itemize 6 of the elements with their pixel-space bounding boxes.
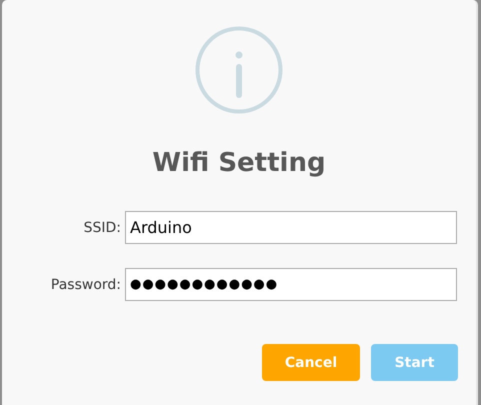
password-field[interactable]: ●●●●●●●●●●●● — [125, 268, 457, 301]
dialog-title: Wifi Setting — [152, 148, 326, 178]
ssid-field[interactable]: Arduino — [125, 211, 457, 244]
info-icon — [195, 26, 283, 114]
field-label: Password: — [50, 276, 122, 292]
field-label: SSID: — [82, 220, 122, 236]
